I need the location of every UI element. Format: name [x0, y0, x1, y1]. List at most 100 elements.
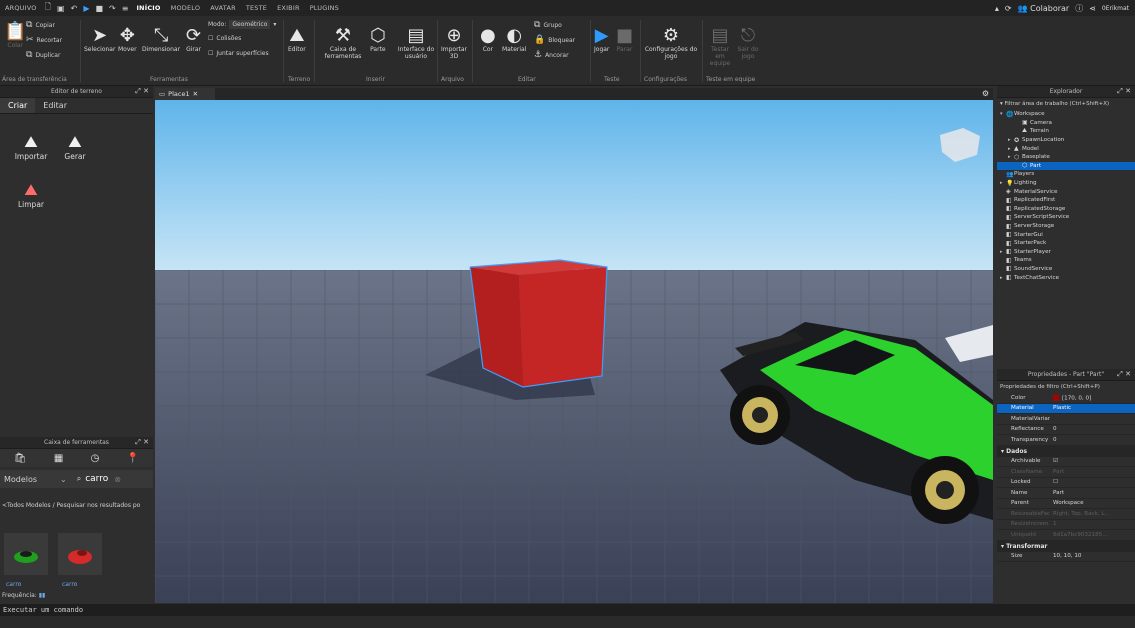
help-icon[interactable]: ⓘ [1075, 3, 1083, 14]
tree-item[interactable]: ◧ ReplicatedStorage [997, 205, 1135, 214]
model-label[interactable]: carro [62, 581, 77, 588]
move-button[interactable]: ✥ Mover [118, 26, 137, 54]
play-icon[interactable]: ▶ [80, 4, 92, 13]
copy-button[interactable]: ⧉ Copiar [26, 20, 55, 30]
section-data[interactable]: ▾ Dados [997, 445, 1135, 457]
tab-view[interactable]: EXIBIR [272, 4, 305, 12]
join-surfaces-toggle[interactable]: ☐ Juntar superfícies [208, 50, 269, 57]
tab-create[interactable]: Criar [0, 98, 36, 113]
property-row[interactable]: Name Part [997, 488, 1135, 499]
cut-button[interactable]: ✂ Recortar [26, 35, 62, 45]
tab-model[interactable]: MODELO [166, 4, 206, 12]
collisions-toggle[interactable]: ☐ Colisões [208, 35, 241, 42]
ui-button[interactable]: ▤ Interface do usuário [396, 26, 436, 61]
property-value[interactable]: Part [1050, 469, 1135, 475]
toolbox-button[interactable]: ⚒ Caixa de ferramentas [325, 26, 362, 61]
expand-icon[interactable]: ▴ [995, 4, 999, 13]
pin-icon[interactable]: 📍 [127, 453, 139, 464]
panel-controls[interactable]: ⤢ ✕ [1117, 370, 1131, 379]
property-row[interactable]: Archivable ☑ [997, 457, 1135, 467]
property-value[interactable]: ☑ [1050, 458, 1135, 464]
tab-test[interactable]: TESTE [241, 4, 272, 12]
property-value[interactable]: Right, Top, Back, L... [1050, 511, 1135, 517]
select-button[interactable]: ➤ Selecionar [84, 26, 115, 54]
model-thumbnail[interactable] [4, 533, 48, 575]
property-value[interactable]: 6d1a7bc9032185... [1050, 532, 1135, 538]
lock-button[interactable]: 🔒 Bloquear [534, 35, 575, 45]
tree-item[interactable]: ◧ StarterGui [997, 230, 1135, 239]
property-row[interactable]: MaterialVariant [997, 414, 1135, 425]
paste-button[interactable]: 📋 Colar [4, 22, 26, 50]
import3d-button[interactable]: ⊕ Importar 3D [441, 26, 467, 61]
model-label[interactable]: carro [6, 581, 21, 588]
property-value[interactable]: 0 [1050, 437, 1135, 443]
panel-controls[interactable]: ⤢ ✕ [135, 87, 149, 96]
property-value[interactable]: ☐ [1050, 479, 1135, 485]
property-row[interactable]: Parent Workspace [997, 499, 1135, 509]
exit-game-button[interactable]: ⎋ Sair do jogo [736, 26, 760, 61]
tree-item[interactable]: ▸ 💡 Lighting [997, 179, 1135, 188]
tree-item[interactable]: ◧ ServerStorage [997, 222, 1135, 231]
stop-button[interactable]: ■ Parar [616, 26, 633, 54]
play-button[interactable]: ▶ Jogar [594, 26, 609, 54]
tree-item[interactable]: ◧ StarterPack [997, 239, 1135, 248]
tab-avatar[interactable]: AVATAR [205, 4, 241, 12]
3d-viewport[interactable] [155, 100, 993, 603]
stop-icon[interactable]: ■ [92, 4, 106, 13]
property-value[interactable]: Plastic [1050, 405, 1135, 411]
property-row[interactable]: Color [170, 0, 0] [997, 393, 1135, 404]
command-input[interactable]: Executar um comando [3, 606, 83, 614]
tree-item[interactable]: ▾ 🌐 Workspace [997, 110, 1135, 119]
game-settings-button[interactable]: ⚙ Configurações do jogo [644, 26, 698, 61]
panel-controls[interactable]: ⤢ ✕ [1117, 87, 1131, 96]
property-row[interactable]: Transparency 0 [997, 435, 1135, 446]
share-icon[interactable]: ⋖ [1089, 4, 1096, 13]
property-row[interactable]: Material Plastic [997, 403, 1135, 414]
category-select[interactable]: Modelos [0, 475, 60, 484]
command-bar[interactable]: Executar um comando [0, 604, 1135, 616]
explorer-filter[interactable]: ▾ Filtrar área de trabalho (Ctrl+Shift+X… [997, 98, 1135, 110]
panel-controls[interactable]: ⤢ ✕ [135, 438, 149, 447]
tree-item[interactable]: ▸ ◧ StarterPlayer [997, 248, 1135, 257]
refresh-icon[interactable]: ⟳ [1005, 4, 1012, 13]
tree-item[interactable]: ▸ ◧ TextChatService [997, 273, 1135, 282]
tab-edit[interactable]: Editar [35, 98, 75, 113]
menu-file[interactable]: ARQUIVO [0, 4, 42, 12]
tab-plugins[interactable]: PLUGINS [305, 4, 344, 12]
clear-search-icon[interactable]: ⊗ [114, 475, 121, 484]
property-value[interactable]: 0 [1050, 426, 1135, 432]
tree-item[interactable]: ⬡ Part [997, 161, 1135, 171]
grid-icon[interactable]: ▦ [54, 453, 63, 464]
close-icon[interactable]: ✕ [193, 90, 198, 98]
terrain-editor-button[interactable]: ⛰ Editor [288, 26, 306, 54]
team-test-button[interactable]: ▤ Testar em equipe [706, 26, 734, 68]
open-file-icon[interactable]: 🗋 [42, 1, 54, 15]
recent-icon[interactable]: ◷ [91, 453, 100, 464]
import-terrain-button[interactable]: ⛰ Importar [6, 132, 56, 161]
tab-place1[interactable]: ▭ Place1 ✕ [155, 88, 215, 100]
property-value[interactable]: 1 [1050, 521, 1135, 527]
undo-icon[interactable]: ↶ [68, 4, 81, 13]
property-value[interactable]: 10, 10, 10 [1050, 553, 1135, 559]
property-value[interactable]: Workspace [1050, 500, 1135, 506]
tree-item[interactable]: ⛰ Terrain [997, 127, 1135, 136]
rotate-button[interactable]: ⟳ Girar [186, 26, 201, 54]
tree-item[interactable]: ◧ ReplicatedFirst [997, 196, 1135, 205]
tree-item[interactable]: ◈ MaterialService [997, 187, 1135, 196]
property-row[interactable]: UniqueId 6d1a7bc9032185... [997, 530, 1135, 541]
property-row[interactable]: Size 10, 10, 10 [997, 552, 1135, 562]
property-row[interactable]: Locked ☐ [997, 478, 1135, 488]
property-row[interactable]: ResizeIncrem... 1 [997, 520, 1135, 530]
property-row[interactable]: ClassName Part [997, 467, 1135, 478]
mode-select[interactable]: Modo: Geométrico ▾ [208, 20, 276, 29]
part-button[interactable]: ⬡ Parte [370, 26, 386, 54]
section-transform[interactable]: ▾ Transformar [997, 540, 1135, 552]
tree-item[interactable]: ▸ ✪ SpawnLocation [997, 136, 1135, 145]
tree-item[interactable]: ▣ Camera [997, 119, 1135, 128]
properties-filter[interactable]: Propriedades de filtro (Ctrl+Shift+P) [997, 381, 1135, 393]
property-value[interactable]: [170, 0, 0] [1050, 394, 1135, 401]
property-value[interactable]: Part [1050, 490, 1135, 496]
tree-item[interactable]: ▸ ▲ Model [997, 144, 1135, 153]
tree-item[interactable]: ▸ ⬡ Baseplate [997, 153, 1135, 162]
property-row[interactable]: ResizeableFacesRight, Top, Back, L... [997, 509, 1135, 520]
